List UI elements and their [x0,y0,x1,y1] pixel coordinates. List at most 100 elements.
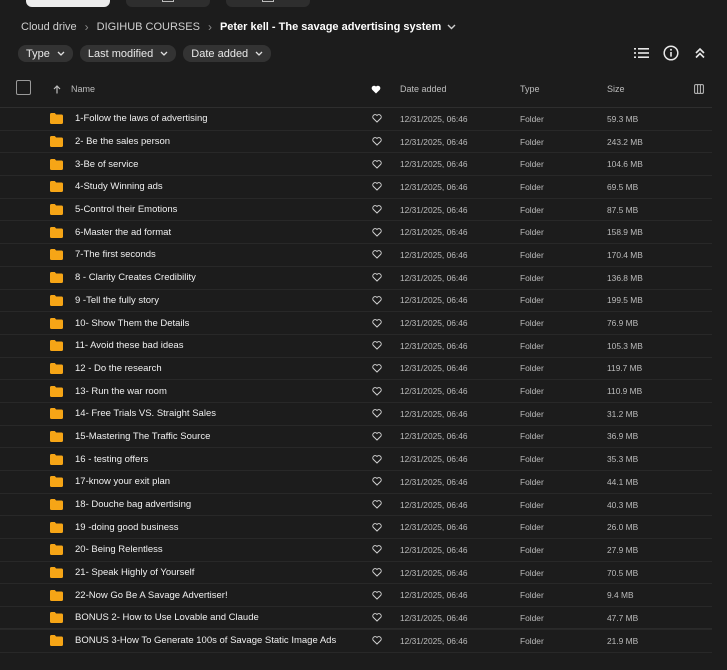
favorite-heart-icon[interactable] [372,584,382,606]
info-icon[interactable] [662,44,679,61]
list-view-icon[interactable] [633,44,650,61]
tray-icon [262,0,274,2]
chevron-down-icon [255,51,263,56]
favorite-heart-icon[interactable] [372,199,382,221]
favorite-heart-icon[interactable] [372,335,382,357]
type-cell: Folder [520,249,544,260]
tray-icon [162,0,174,2]
column-header-type[interactable]: Type [520,80,540,98]
favorite-heart-icon[interactable] [372,244,382,266]
table-row[interactable]: 6-Master the ad format 12/31/2025, 06:46… [0,221,712,245]
breadcrumb-current[interactable]: Peter kell - The savage advertising syst… [220,21,441,33]
favorite-heart-icon[interactable] [372,267,382,289]
type-cell: Folder [520,408,544,419]
favorite-heart-icon[interactable] [372,153,382,175]
favorite-heart-icon[interactable] [372,403,382,425]
folder-name: 18- Douche bag advertising [75,499,192,511]
view-tools [633,44,708,61]
favorite-heart-icon[interactable] [372,607,382,629]
filter-last-modified[interactable]: Last modified [79,45,177,62]
folder-name: 22-Now Go Be A Savage Advertiser! [75,589,228,601]
favorite-heart-icon[interactable] [372,358,382,380]
favorite-heart-icon[interactable] [372,108,382,130]
folder-name: 3-Be of service [75,158,139,170]
folder-icon [50,584,63,606]
column-header-date-added[interactable]: Date added [400,80,447,98]
filter-type[interactable]: Type [18,45,73,62]
date-added-cell: 12/31/2025, 06:46 [400,567,468,578]
collapse-icon[interactable] [691,44,708,61]
top-tertiary-button[interactable] [226,0,310,7]
table-row[interactable]: BONUS 2- How to Use Lovable and Claude 1… [0,607,712,630]
favorite-heart-icon[interactable] [372,221,382,243]
top-primary-button[interactable] [26,0,110,7]
breadcrumb-item-cloud-drive[interactable]: Cloud drive [21,21,77,33]
table-row[interactable]: 12 - Do the research 12/31/2025, 06:46 F… [0,358,712,381]
table-row[interactable]: 22-Now Go Be A Savage Advertiser! 12/31/… [0,584,712,608]
top-secondary-button[interactable] [126,0,210,7]
type-cell: Folder [520,295,544,306]
type-cell: Folder [520,113,544,124]
favorite-heart-icon[interactable] [372,562,382,584]
table-row[interactable]: 19 -doing good business 12/31/2025, 06:4… [0,516,712,540]
table-row[interactable]: 5-Control their Emotions 12/31/2025, 06:… [0,199,712,222]
favorite-heart-icon[interactable] [372,290,382,312]
chevron-down-icon [160,51,168,56]
folder-icon [50,267,63,289]
table-row[interactable]: 16 - testing offers 12/31/2025, 06:46 Fo… [0,448,712,471]
favorite-heart-icon[interactable] [372,471,382,493]
folder-icon [50,153,63,175]
filter-date-added[interactable]: Date added [183,45,272,62]
favorite-heart-icon[interactable] [372,539,382,561]
favorite-heart-icon[interactable] [372,380,382,402]
table-row[interactable]: 21- Speak Highly of Yourself 12/31/2025,… [0,562,712,585]
table-row[interactable]: 11- Avoid these bad ideas 12/31/2025, 06… [0,335,712,358]
table-row[interactable]: 7-The first seconds 12/31/2025, 06:46 Fo… [0,244,712,267]
breadcrumb: Cloud drive › DIGIHUB COURSES › Peter ke… [21,20,456,34]
filter-label: Last modified [87,47,154,60]
sort-arrow-up-icon[interactable] [53,80,61,98]
folder-icon [50,290,63,312]
table-row[interactable]: 14- Free Trials VS. Straight Sales 12/31… [0,403,712,426]
size-cell: 69.5 MB [607,181,639,192]
column-header-name[interactable]: Name [71,80,95,98]
columns-settings-icon[interactable] [694,80,704,98]
date-added-cell: 12/31/2025, 06:46 [400,181,468,192]
size-cell: 199.5 MB [607,295,643,306]
folder-icon [50,312,63,334]
type-cell: Folder [520,272,544,283]
table-row[interactable]: 4-Study Winning ads 12/31/2025, 06:46 Fo… [0,176,712,199]
folder-icon [50,244,63,266]
table-row[interactable]: 8 - Clarity Creates Credibility 12/31/20… [0,267,712,290]
file-list: 1-Follow the laws of advertising 12/31/2… [0,108,712,653]
table-row[interactable]: BONUS 3-How To Generate 100s of Savage S… [0,630,712,653]
folder-name: 10- Show Them the Details [75,317,190,329]
favorite-heart-icon[interactable] [372,131,382,153]
type-cell: Folder [520,612,544,623]
table-row[interactable]: 3-Be of service 12/31/2025, 06:46 Folder… [0,153,712,177]
select-all-checkbox[interactable] [16,80,31,95]
column-header-size[interactable]: Size [607,80,625,98]
favorite-heart-icon[interactable] [372,448,382,470]
folder-name: BONUS 3-How To Generate 100s of Savage S… [75,635,337,647]
favorite-column-heart-icon[interactable] [371,80,381,98]
table-row[interactable]: 1-Follow the laws of advertising 12/31/2… [0,108,712,131]
table-row[interactable]: 10- Show Them the Details 12/31/2025, 06… [0,312,712,335]
favorite-heart-icon[interactable] [372,516,382,538]
breadcrumb-item-digihub[interactable]: DIGIHUB COURSES [97,21,200,33]
chevron-down-icon[interactable] [447,24,456,30]
type-cell: Folder [520,204,544,215]
table-row[interactable]: 20- Being Relentless 12/31/2025, 06:46 F… [0,539,712,562]
favorite-heart-icon[interactable] [372,426,382,448]
type-cell: Folder [520,590,544,601]
table-row[interactable]: 2- Be the sales person 12/31/2025, 06:46… [0,131,712,154]
table-row[interactable]: 9 -Tell the fully story 12/31/2025, 06:4… [0,290,712,313]
favorite-heart-icon[interactable] [372,630,382,652]
table-row[interactable]: 17-know your exit plan 12/31/2025, 06:46… [0,471,712,494]
favorite-heart-icon[interactable] [372,312,382,334]
favorite-heart-icon[interactable] [372,176,382,198]
table-row[interactable]: 15-Mastering The Traffic Source 12/31/20… [0,426,712,449]
table-row[interactable]: 13- Run the war room 12/31/2025, 06:46 F… [0,380,712,403]
favorite-heart-icon[interactable] [372,494,382,516]
table-row[interactable]: 18- Douche bag advertising 12/31/2025, 0… [0,494,712,517]
